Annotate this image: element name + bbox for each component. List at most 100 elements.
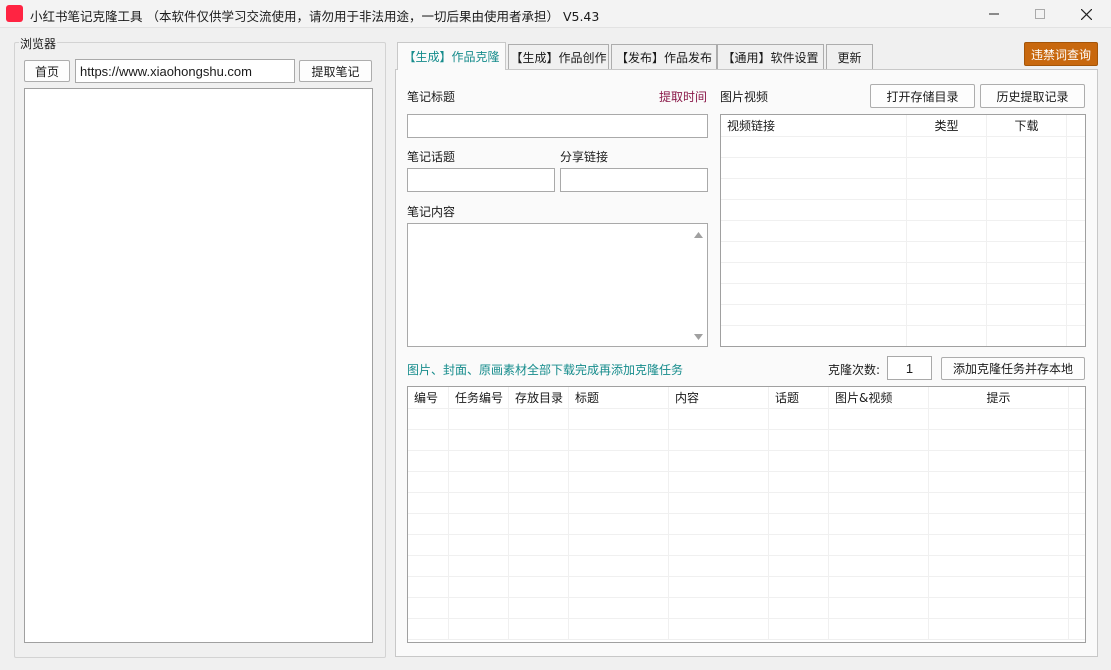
extract-note-button[interactable]: 提取笔记 — [299, 60, 372, 82]
task-row[interactable] — [408, 535, 1085, 556]
task-cell — [829, 577, 929, 597]
tab-settings[interactable]: 【通用】软件设置 — [717, 44, 824, 69]
task-column-header[interactable]: 内容 — [669, 387, 769, 408]
task-column-header[interactable]: 存放目录 — [509, 387, 569, 408]
note-title-input[interactable] — [407, 114, 708, 138]
task-cell — [509, 430, 569, 450]
media-row[interactable] — [721, 284, 1085, 305]
task-row[interactable] — [408, 577, 1085, 598]
task-cell — [669, 409, 769, 429]
share-link-label: 分享链接 — [560, 150, 609, 164]
task-cell — [509, 472, 569, 492]
task-cell — [769, 514, 829, 534]
media-row[interactable] — [721, 137, 1085, 158]
maximize-button[interactable] — [1017, 0, 1063, 28]
task-cell — [449, 451, 509, 471]
home-button[interactable]: 首页 — [24, 60, 70, 82]
task-cell — [929, 598, 1069, 618]
media-row[interactable] — [721, 242, 1085, 263]
media-cell — [721, 200, 907, 220]
task-cell — [929, 535, 1069, 555]
task-cell — [408, 577, 449, 597]
history-extract-button[interactable]: 历史提取记录 — [980, 84, 1085, 108]
task-column-header[interactable]: 图片&视频 — [829, 387, 929, 408]
banned-words-button[interactable]: 违禁词查询 — [1024, 42, 1098, 66]
task-column-header[interactable]: 编号 — [408, 387, 449, 408]
tab-update[interactable]: 更新 — [826, 44, 873, 69]
task-cell — [449, 409, 509, 429]
media-cell — [721, 221, 907, 241]
note-topic-label: 笔记话题 — [407, 150, 456, 164]
media-cell — [721, 305, 907, 325]
media-cell — [721, 137, 907, 157]
share-link-input[interactable] — [560, 168, 708, 192]
task-column-header[interactable]: 标题 — [569, 387, 669, 408]
task-cell — [669, 598, 769, 618]
task-cell — [929, 556, 1069, 576]
task-cell — [769, 430, 829, 450]
task-row[interactable] — [408, 472, 1085, 493]
task-row[interactable] — [408, 430, 1085, 451]
media-row[interactable] — [721, 158, 1085, 179]
media-column-header[interactable]: 类型 — [907, 115, 987, 136]
task-table[interactable]: 编号 任务编号 存放目录 标题 内容 话题 图片&视频 提示 — [407, 386, 1086, 643]
media-cell — [721, 179, 907, 199]
media-label: 图片视频 — [720, 90, 769, 104]
task-row[interactable] — [408, 493, 1085, 514]
task-row[interactable] — [408, 514, 1085, 535]
open-storage-dir-button[interactable]: 打开存储目录 — [870, 84, 975, 108]
task-cell — [449, 598, 509, 618]
note-content-textarea[interactable] — [407, 223, 708, 347]
media-row[interactable] — [721, 221, 1085, 242]
media-column-header[interactable]: 视频链接 — [721, 115, 907, 136]
task-row[interactable] — [408, 598, 1085, 619]
task-cell — [829, 619, 929, 639]
task-column-header[interactable]: 话题 — [769, 387, 829, 408]
minimize-button[interactable] — [971, 0, 1017, 28]
task-row[interactable] — [408, 451, 1085, 472]
media-table[interactable]: 视频链接 类型 下载 — [720, 114, 1086, 347]
task-row[interactable] — [408, 619, 1085, 640]
media-cell — [987, 326, 1067, 346]
task-cell — [509, 535, 569, 555]
task-cell — [408, 535, 449, 555]
tab-publish[interactable]: 【发布】作品发布 — [611, 44, 717, 69]
media-row[interactable] — [721, 263, 1085, 284]
task-row[interactable] — [408, 556, 1085, 577]
task-cell — [569, 472, 669, 492]
content-scrollbar[interactable] — [691, 225, 706, 345]
media-header-filler — [1067, 115, 1085, 136]
media-cell — [907, 326, 987, 346]
media-row[interactable] — [721, 200, 1085, 221]
task-cell — [829, 451, 929, 471]
media-cell — [907, 284, 987, 304]
media-cell — [987, 200, 1067, 220]
task-cell — [449, 493, 509, 513]
url-input[interactable]: https://www.xiaohongshu.com — [75, 59, 295, 83]
task-cell — [929, 451, 1069, 471]
task-cell — [929, 619, 1069, 639]
task-column-header[interactable]: 提示 — [929, 387, 1069, 408]
note-topic-input[interactable] — [407, 168, 555, 192]
tab-clone[interactable]: 【生成】作品克隆 — [397, 42, 506, 70]
media-row[interactable] — [721, 179, 1085, 200]
task-cell — [769, 598, 829, 618]
add-clone-task-button[interactable]: 添加克隆任务并存本地 — [941, 357, 1085, 380]
task-row[interactable] — [408, 409, 1085, 430]
tab-create[interactable]: 【生成】作品创作 — [508, 44, 609, 69]
note-content-label: 笔记内容 — [407, 205, 456, 219]
task-column-header[interactable]: 任务编号 — [449, 387, 509, 408]
task-cell — [449, 535, 509, 555]
task-cell — [569, 493, 669, 513]
media-column-header[interactable]: 下载 — [987, 115, 1067, 136]
task-cell — [449, 619, 509, 639]
task-cell — [509, 409, 569, 429]
task-cell — [829, 514, 929, 534]
task-cell — [669, 577, 769, 597]
media-row[interactable] — [721, 305, 1085, 326]
clone-count-input[interactable]: 1 — [887, 356, 932, 380]
media-cell — [907, 242, 987, 262]
close-button[interactable] — [1063, 0, 1109, 28]
media-row[interactable] — [721, 326, 1085, 346]
browser-view[interactable] — [24, 88, 373, 643]
